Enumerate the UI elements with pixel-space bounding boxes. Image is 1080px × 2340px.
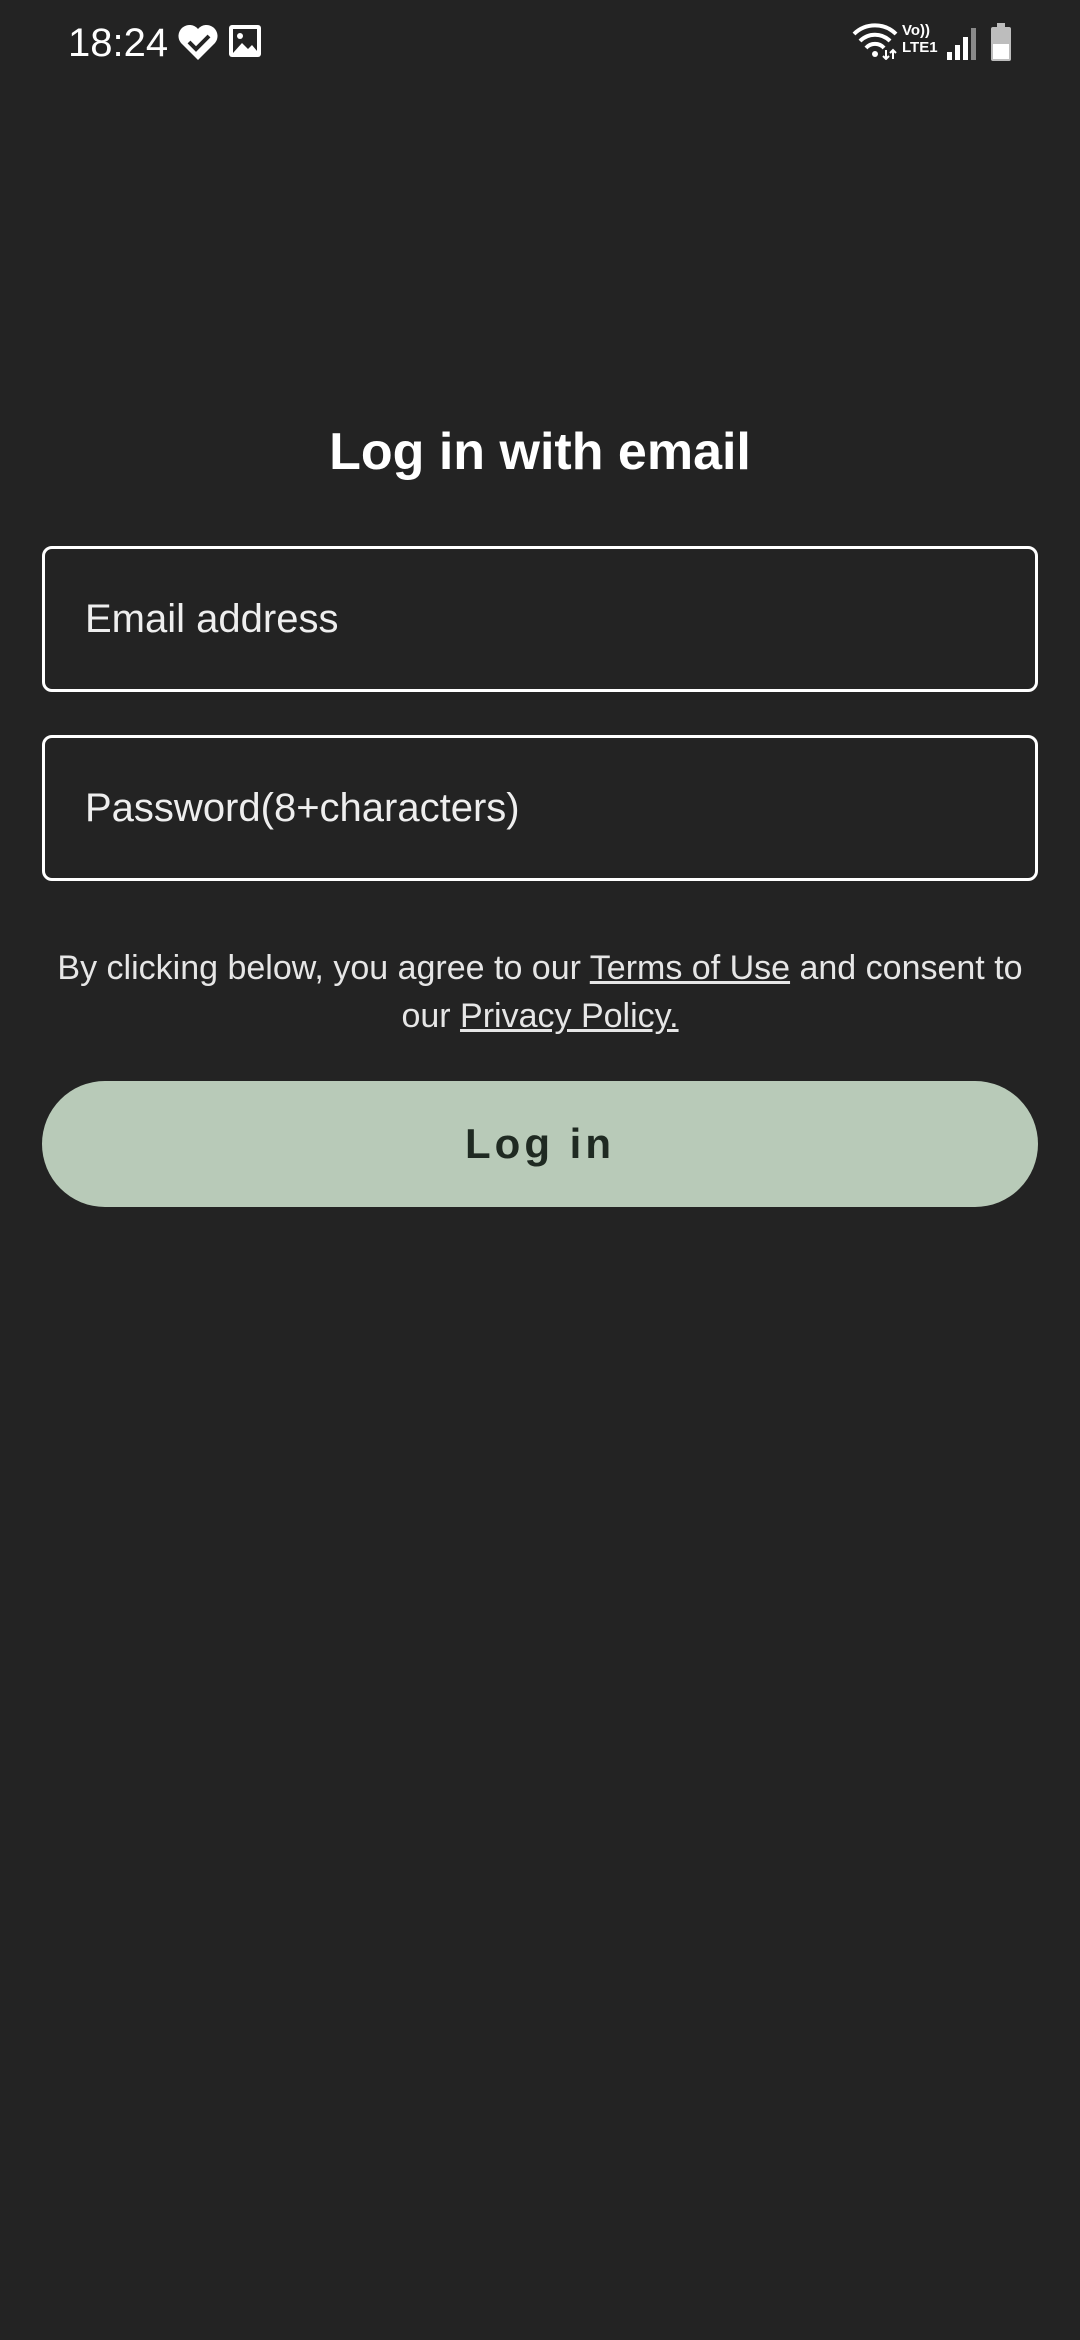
email-field[interactable] bbox=[42, 546, 1038, 692]
consent-text-start: By clicking below, you agree to our bbox=[57, 949, 590, 987]
login-screen: 18:24 Vo)) LTE1 Log in with email Email … bbox=[0, 0, 1080, 2340]
volte-icon: Vo)) LTE1 bbox=[902, 22, 938, 56]
image-icon bbox=[229, 25, 261, 57]
password-field[interactable] bbox=[42, 735, 1038, 881]
heart-check-icon bbox=[178, 24, 218, 61]
consent-text: By clicking below, you agree to our Term… bbox=[50, 944, 1030, 1040]
battery-icon bbox=[991, 23, 1011, 61]
signal-icon bbox=[947, 28, 976, 60]
status-time: 18:24 bbox=[68, 21, 169, 65]
login-button[interactable]: Log in bbox=[42, 1081, 1038, 1207]
status-bar: 18:24 Vo)) LTE1 bbox=[0, 0, 1080, 90]
password-input[interactable] bbox=[85, 785, 1035, 831]
page-title: Log in with email bbox=[329, 423, 751, 481]
privacy-policy-link[interactable]: Privacy Policy. bbox=[460, 997, 679, 1035]
email-input[interactable] bbox=[85, 596, 1035, 642]
wifi-icon bbox=[852, 23, 898, 60]
terms-of-use-link[interactable]: Terms of Use bbox=[590, 949, 790, 987]
